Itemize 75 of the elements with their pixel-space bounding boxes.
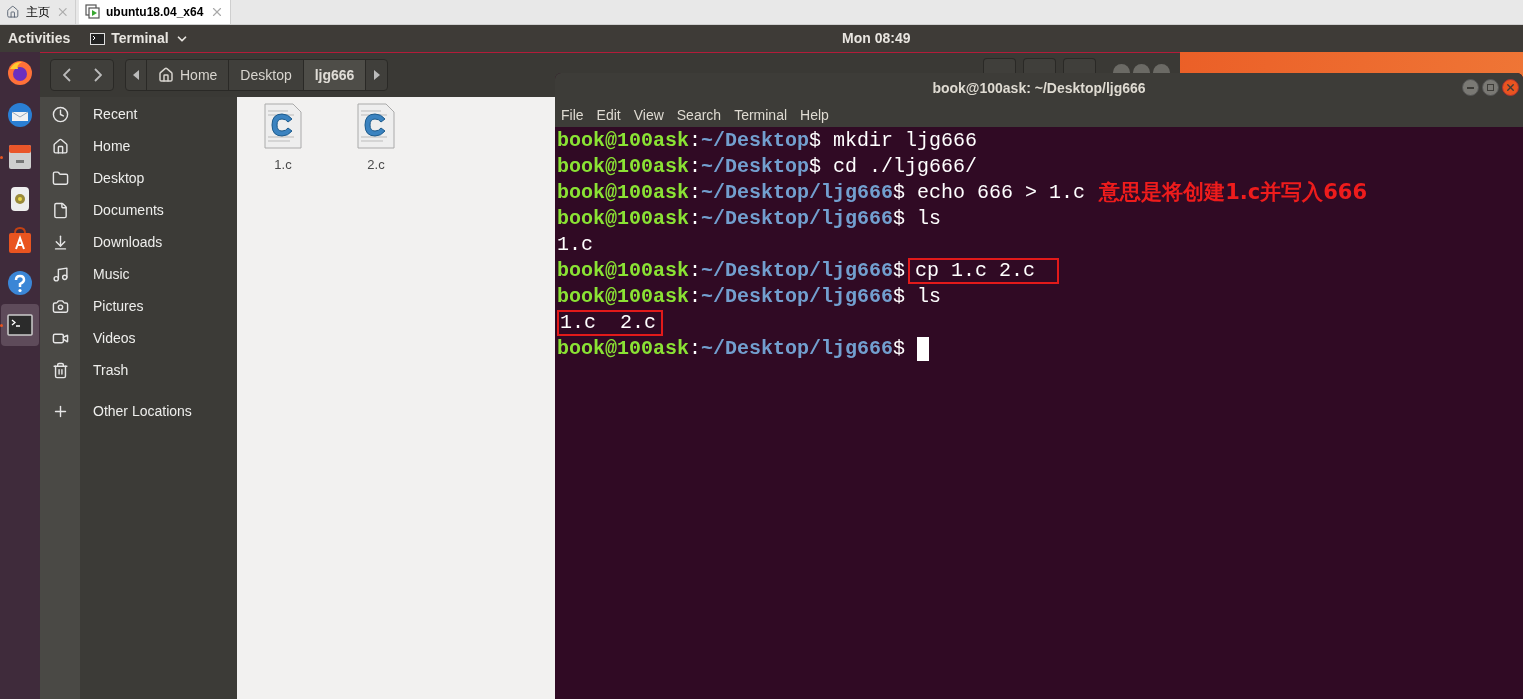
music-note-icon — [51, 265, 69, 283]
terminal-command: echo 666 > 1.c — [917, 180, 1086, 206]
file-tile[interactable]: 2.c — [347, 103, 405, 175]
sidebar-item[interactable]: Other Locations — [40, 395, 237, 427]
highlighted-output: 1.c 2.c — [557, 310, 663, 336]
terminal-prompt: book@100ask:~/Desktop/ljg666$ — [557, 206, 906, 232]
menu-item[interactable]: File — [561, 104, 584, 126]
c-source-file-icon — [357, 103, 395, 149]
home-icon — [51, 137, 69, 155]
running-indicator — [0, 324, 3, 327]
clock-icon — [51, 105, 69, 123]
breadcrumb-button[interactable]: Desktop — [229, 60, 304, 90]
camera-icon — [51, 297, 69, 315]
terminal-prompt: book@100ask:~/Desktop$ — [557, 128, 822, 154]
menu-item[interactable]: Search — [676, 104, 722, 126]
tab-label: ubuntu18.04_x64 — [106, 3, 204, 21]
shopping-bag-icon[interactable] — [7, 227, 33, 255]
sidebar-item[interactable]: Desktop — [40, 162, 237, 194]
menu-item[interactable]: Edit — [596, 104, 621, 126]
activities-button[interactable]: Activities — [8, 28, 71, 49]
file-cabinet-icon[interactable] — [7, 143, 33, 171]
sidebar-item[interactable]: Pictures — [40, 290, 237, 322]
terminal-command: ls — [917, 284, 942, 310]
browser-tab[interactable]: ubuntu18.04_x64 — [79, 0, 231, 24]
home-icon — [6, 4, 20, 19]
close-icon — [1505, 82, 1516, 93]
terminal-prompt: book@100ask:~/Desktop/ljg666$ — [557, 336, 906, 362]
terminal-command: cd ./ljg666/ — [833, 154, 978, 180]
terminal-prompt: book@100ask:~/Desktop/ljg666$ — [557, 258, 906, 284]
folder-icon — [51, 169, 69, 187]
menu-item[interactable]: Help — [800, 104, 829, 126]
breadcrumb-button[interactable]: Home — [147, 60, 230, 90]
highlighted-command: cp 1.c 2.c — [908, 258, 1060, 284]
terminal-command: mkdir ljg666 — [833, 128, 978, 154]
terminal-icon[interactable] — [7, 314, 33, 336]
terminal-output: 1.c — [557, 232, 593, 258]
menu-item[interactable]: View — [633, 104, 664, 126]
back-icon — [62, 68, 71, 82]
sidebar-item[interactable]: Downloads — [40, 226, 237, 258]
c-source-file-icon — [264, 103, 302, 149]
trash-icon — [51, 361, 69, 379]
sidebar-item[interactable]: Recent — [40, 98, 237, 130]
mail-icon[interactable] — [6, 101, 34, 129]
sidebar-item[interactable]: Trash — [40, 354, 237, 386]
terminal-prompt: book@100ask:~/Desktop/ljg666$ — [557, 180, 906, 206]
sidebar-item[interactable]: Home — [40, 130, 237, 162]
browser-icon[interactable] — [6, 59, 34, 87]
dock-item[interactable] — [1, 304, 39, 346]
tab-label: 主页 — [25, 3, 50, 21]
annotation-text: 意思是将创建1.c并写入666 — [1099, 179, 1367, 207]
maximize-button[interactable] — [1482, 79, 1499, 96]
running-indicator — [0, 156, 3, 159]
right-triangle-icon — [373, 70, 380, 80]
terminal-icon — [90, 32, 106, 45]
sidebar-item[interactable]: Music — [40, 258, 237, 290]
breadcrumb-button[interactable]: ljg666 — [303, 60, 367, 90]
home-icon — [158, 67, 174, 83]
forward-icon — [93, 68, 102, 82]
sidebar-item[interactable]: Documents — [40, 194, 237, 226]
virtual-machine-icon — [85, 4, 100, 19]
sidebar-item[interactable]: Videos — [40, 322, 237, 354]
terminal-prompt: book@100ask:~/Desktop$ — [557, 154, 822, 180]
minimize-button[interactable] — [1462, 79, 1479, 96]
close-button[interactable] — [1502, 79, 1519, 96]
menu-item[interactable]: Terminal — [734, 104, 788, 126]
speaker-icon[interactable] — [8, 185, 32, 213]
left-triangle-icon — [133, 70, 139, 80]
document-icon — [51, 201, 69, 219]
app-menu[interactable]: Terminal — [90, 28, 189, 49]
help-icon[interactable] — [7, 270, 33, 296]
terminal-command: ls — [917, 206, 942, 232]
terminal-prompt: book@100ask:~/Desktop/ljg666$ — [557, 284, 906, 310]
clock[interactable]: Mon 08:49 — [842, 28, 911, 49]
window-title: book@100ask: ~/Desktop/ljg666 — [932, 78, 1146, 98]
file-tile[interactable]: 1.c — [254, 103, 312, 175]
